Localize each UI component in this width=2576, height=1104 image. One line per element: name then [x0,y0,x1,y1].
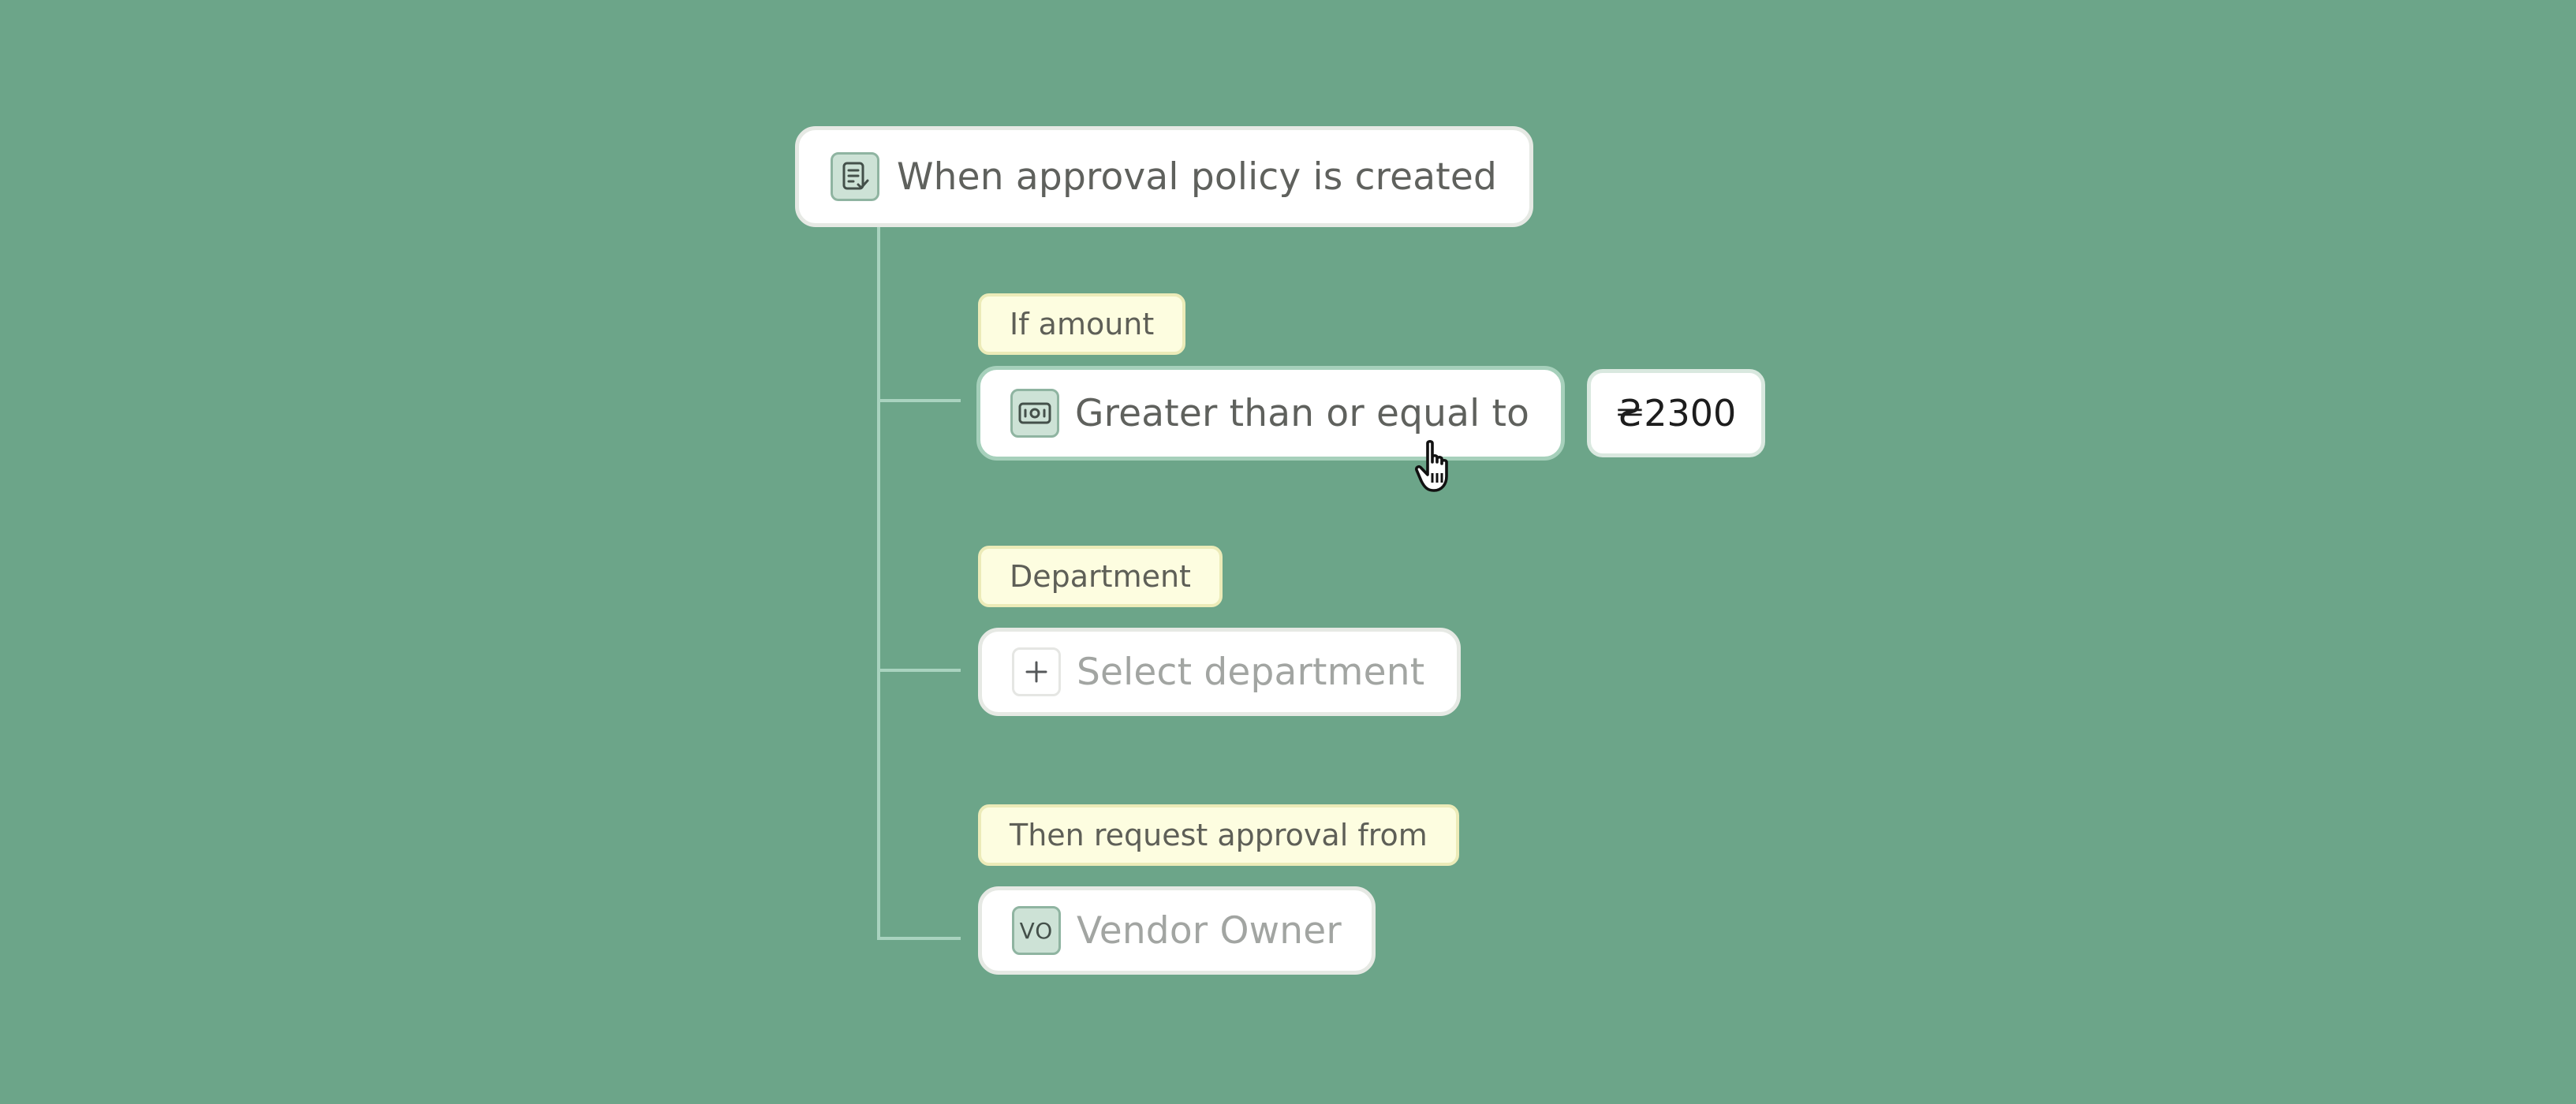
cash-icon [1010,389,1059,438]
operator-label: Greater than or equal to [1075,391,1530,435]
avatar: VO [1012,906,1061,955]
tree-connector-amount [877,399,961,402]
plus-icon [1012,647,1061,696]
hand-cursor-icon [1414,439,1448,492]
approver-label: Vendor Owner [1077,908,1342,953]
tree-connector-approver [877,937,961,940]
amount-operator-select[interactable]: Greater than or equal to [976,366,1565,461]
approval-from-tag: Then request approval from [978,804,1459,866]
department-select[interactable]: Select department [978,628,1461,716]
trigger-label: When approval policy is created [897,155,1498,199]
workflow-canvas: When approval policy is created If amoun… [0,0,2576,1104]
amount-value-input[interactable]: ₴2300 [1587,369,1765,457]
approver-select[interactable]: VO Vendor Owner [978,886,1376,975]
trigger-card[interactable]: When approval policy is created [795,126,1533,227]
document-check-icon [831,152,879,201]
department-tag: Department [978,546,1223,607]
department-placeholder: Select department [1077,650,1425,694]
avatar-initials: VO [1019,917,1054,944]
tree-connector-vertical [877,226,880,940]
tree-connector-department [877,669,961,672]
if-amount-tag: If amount [978,293,1186,355]
